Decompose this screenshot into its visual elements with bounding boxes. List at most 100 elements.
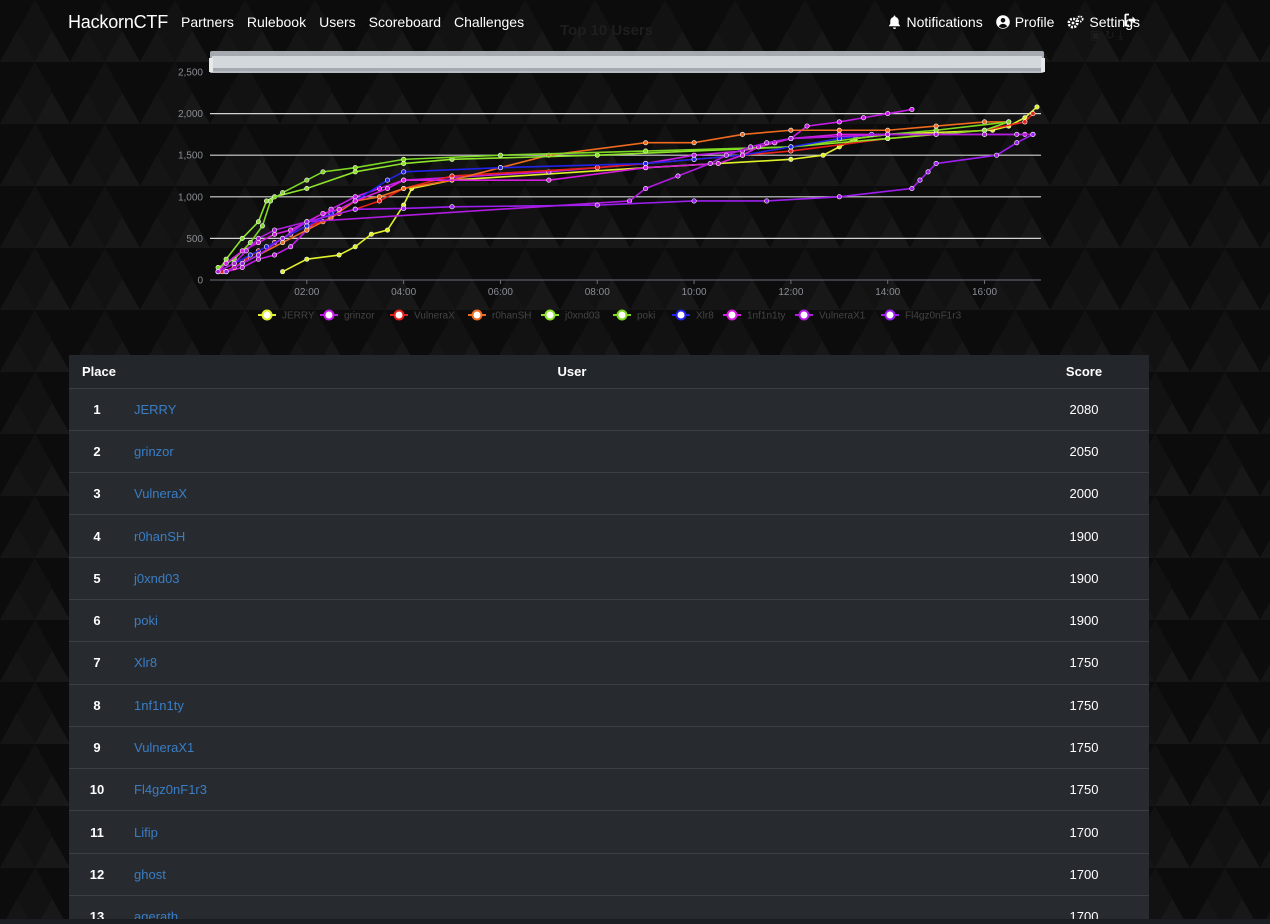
series-point[interactable] xyxy=(715,161,721,167)
legend-label[interactable]: 1nf1n1ty xyxy=(747,311,785,322)
series-point[interactable] xyxy=(739,131,745,137)
series-point[interactable] xyxy=(259,223,265,229)
series-point[interactable] xyxy=(376,194,382,200)
series-point[interactable] xyxy=(1022,119,1028,125)
series-point[interactable] xyxy=(304,219,310,225)
series-point[interactable] xyxy=(994,152,1000,158)
series-point[interactable] xyxy=(449,173,455,179)
legend-marker[interactable] xyxy=(616,309,628,321)
series-point[interactable] xyxy=(320,169,326,175)
nav-link-users[interactable]: Users xyxy=(319,14,356,30)
series-point[interactable] xyxy=(401,205,407,211)
brand-logo[interactable]: HackornCTF xyxy=(68,12,168,33)
series-point[interactable] xyxy=(885,131,891,137)
zoom-slider-handle-right[interactable] xyxy=(1041,58,1045,72)
series-point[interactable] xyxy=(1006,119,1012,125)
series-point[interactable] xyxy=(691,156,697,162)
series-point[interactable] xyxy=(788,148,794,154)
series-point[interactable] xyxy=(401,177,407,183)
series-point[interactable] xyxy=(836,194,842,200)
series-point[interactable] xyxy=(788,127,794,133)
series-point[interactable] xyxy=(982,131,988,137)
row-user-link[interactable]: j0xnd03 xyxy=(134,571,180,586)
series-point[interactable] xyxy=(764,198,770,204)
series-point[interactable] xyxy=(594,202,600,208)
legend-label[interactable]: VulneraX xyxy=(414,311,455,322)
series-point[interactable] xyxy=(836,127,842,133)
nav-notifications[interactable]: Notifications xyxy=(888,14,983,30)
series-point[interactable] xyxy=(723,152,729,158)
series-point[interactable] xyxy=(280,190,286,196)
series-point[interactable] xyxy=(384,177,390,183)
series-point[interactable] xyxy=(304,177,310,183)
series-point[interactable] xyxy=(707,161,713,167)
legend-marker[interactable] xyxy=(884,309,896,321)
series-point[interactable] xyxy=(401,169,407,175)
series-point[interactable] xyxy=(836,119,842,125)
legend-marker[interactable] xyxy=(544,309,556,321)
series-point[interactable] xyxy=(804,123,810,129)
series-point[interactable] xyxy=(401,156,407,162)
series-point[interactable] xyxy=(272,252,278,258)
series-point[interactable] xyxy=(594,165,600,171)
row-user-link[interactable]: 1nf1n1ty xyxy=(134,698,184,713)
series-point[interactable] xyxy=(739,152,745,158)
series-point[interactable] xyxy=(497,152,503,158)
series-point[interactable] xyxy=(885,136,891,142)
series-point[interactable] xyxy=(401,161,407,167)
row-user-link[interactable]: poki xyxy=(134,613,158,628)
row-user-link[interactable]: VulneraX xyxy=(134,486,187,501)
nav-profile[interactable]: Profile xyxy=(995,14,1054,30)
series-point[interactable] xyxy=(643,148,649,154)
series-point[interactable] xyxy=(280,269,286,275)
legend-marker[interactable] xyxy=(798,309,810,321)
legend-label[interactable]: JERRY xyxy=(282,311,315,322)
series-point[interactable] xyxy=(352,244,358,250)
series-point[interactable] xyxy=(909,185,915,191)
series-point[interactable] xyxy=(231,260,237,266)
series-point[interactable] xyxy=(255,256,261,262)
series-point[interactable] xyxy=(272,227,278,233)
series-point[interactable] xyxy=(336,252,342,258)
series-point[interactable] xyxy=(243,248,249,254)
logout-button[interactable] xyxy=(1124,13,1138,32)
legend-marker[interactable] xyxy=(675,309,687,321)
series-point[interactable] xyxy=(643,140,649,146)
series-point[interactable] xyxy=(255,235,261,241)
series-point[interactable] xyxy=(885,127,891,133)
legend-label[interactable]: r0hanSH xyxy=(492,311,531,322)
series-point[interactable] xyxy=(449,204,455,210)
series-point[interactable] xyxy=(304,256,310,262)
series-point[interactable] xyxy=(1030,111,1036,117)
series-point[interactable] xyxy=(304,223,310,229)
series-point[interactable] xyxy=(691,140,697,146)
series-point[interactable] xyxy=(223,256,229,262)
legend-label[interactable]: grinzor xyxy=(344,311,375,322)
legend-label[interactable]: poki xyxy=(637,311,655,322)
series-point[interactable] xyxy=(304,185,310,191)
series-point[interactable] xyxy=(1030,131,1036,137)
series-point[interactable] xyxy=(268,198,274,204)
legend-marker[interactable] xyxy=(471,309,483,321)
series-point[interactable] xyxy=(288,244,294,250)
series-line-poki[interactable] xyxy=(217,121,1009,269)
series-point[interactable] xyxy=(982,127,988,133)
series-point[interactable] xyxy=(352,198,358,204)
series-point[interactable] xyxy=(336,206,342,212)
series-point[interactable] xyxy=(497,165,503,171)
row-user-link[interactable]: Fl4gz0nF1r3 xyxy=(134,782,207,797)
row-user-link[interactable]: Xlr8 xyxy=(134,655,157,670)
series-point[interactable] xyxy=(247,252,253,258)
series-point[interactable] xyxy=(982,119,988,125)
legend-marker[interactable] xyxy=(393,309,405,321)
series-point[interactable] xyxy=(917,177,923,183)
legend-label[interactable]: j0xnd03 xyxy=(564,311,600,322)
nav-link-scoreboard[interactable]: Scoreboard xyxy=(369,14,441,30)
series-point[interactable] xyxy=(627,198,633,204)
zoom-slider[interactable] xyxy=(209,51,1045,73)
series-point[interactable] xyxy=(352,206,358,212)
series-point[interactable] xyxy=(909,106,915,112)
series-point[interactable] xyxy=(255,219,261,225)
series-point[interactable] xyxy=(643,161,649,167)
series-point[interactable] xyxy=(368,231,374,237)
